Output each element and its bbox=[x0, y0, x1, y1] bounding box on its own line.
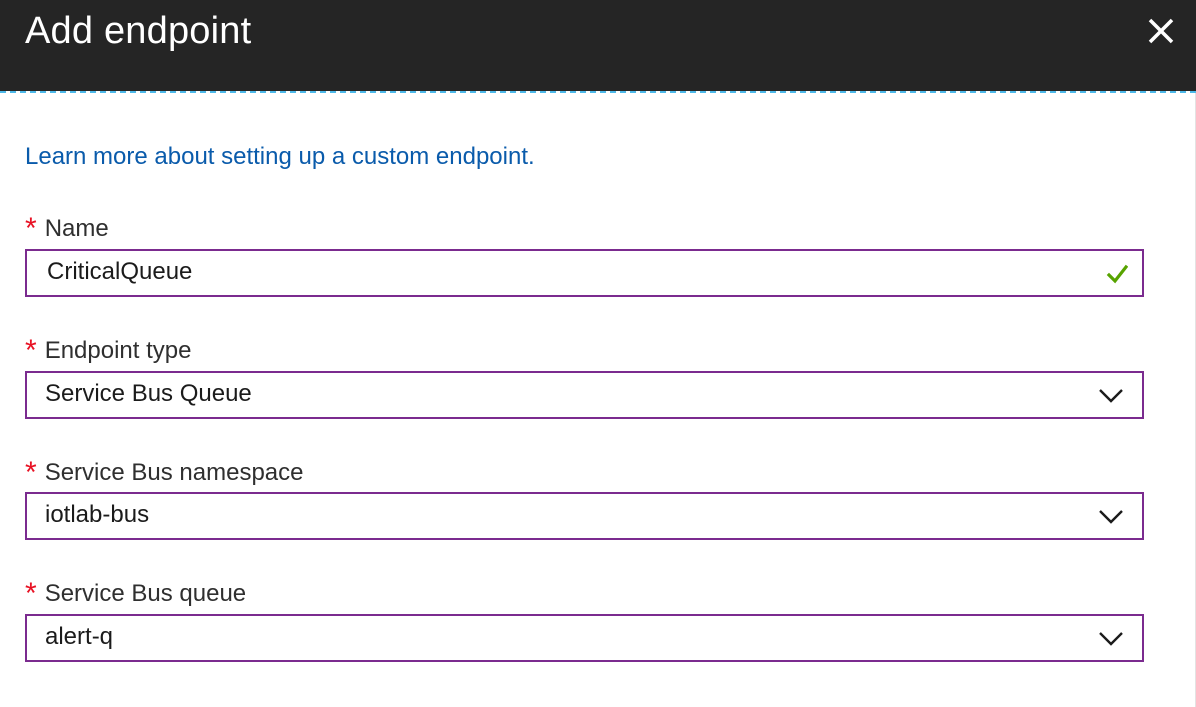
checkmark-icon bbox=[1106, 264, 1128, 284]
page-title: Add endpoint bbox=[25, 10, 252, 52]
close-icon bbox=[1148, 18, 1174, 44]
namespace-label-text: Service Bus namespace bbox=[44, 459, 304, 486]
namespace-dropdown[interactable]: iotlab-bus bbox=[25, 492, 1144, 540]
required-marker: * bbox=[25, 456, 37, 489]
required-marker: * bbox=[25, 334, 37, 367]
endpoint-type-label: * Endpoint type bbox=[25, 332, 192, 367]
learn-more-link[interactable]: Learn more about setting up a custom end… bbox=[25, 143, 535, 171]
queue-value: alert-q bbox=[45, 623, 114, 650]
chevron-down-icon[interactable] bbox=[1098, 508, 1124, 526]
add-endpoint-blade: Add endpoint Learn more about setting up… bbox=[0, 0, 1196, 707]
required-marker: * bbox=[25, 577, 37, 610]
namespace-value: iotlab-bus bbox=[45, 501, 150, 528]
queue-dropdown[interactable]: alert-q bbox=[25, 614, 1144, 662]
close-button[interactable] bbox=[1144, 14, 1178, 48]
chevron-down-icon[interactable] bbox=[1098, 387, 1124, 405]
chevron-down-icon[interactable] bbox=[1098, 630, 1124, 648]
name-label-text: Name bbox=[44, 215, 109, 242]
endpoint-type-value: Service Bus Queue bbox=[45, 380, 252, 407]
name-input[interactable]: CriticalQueue bbox=[25, 249, 1144, 297]
endpoint-type-label-text: Endpoint type bbox=[44, 337, 192, 364]
required-marker: * bbox=[25, 212, 37, 245]
name-label: * Name bbox=[25, 210, 109, 245]
queue-label: * Service Bus queue bbox=[25, 575, 247, 610]
endpoint-type-dropdown[interactable]: Service Bus Queue bbox=[25, 371, 1144, 419]
header-divider bbox=[0, 91, 1196, 93]
name-input-value: CriticalQueue bbox=[47, 258, 193, 285]
queue-label-text: Service Bus queue bbox=[44, 580, 247, 607]
blade-header: Add endpoint bbox=[0, 0, 1196, 91]
namespace-label: * Service Bus namespace bbox=[25, 454, 304, 489]
